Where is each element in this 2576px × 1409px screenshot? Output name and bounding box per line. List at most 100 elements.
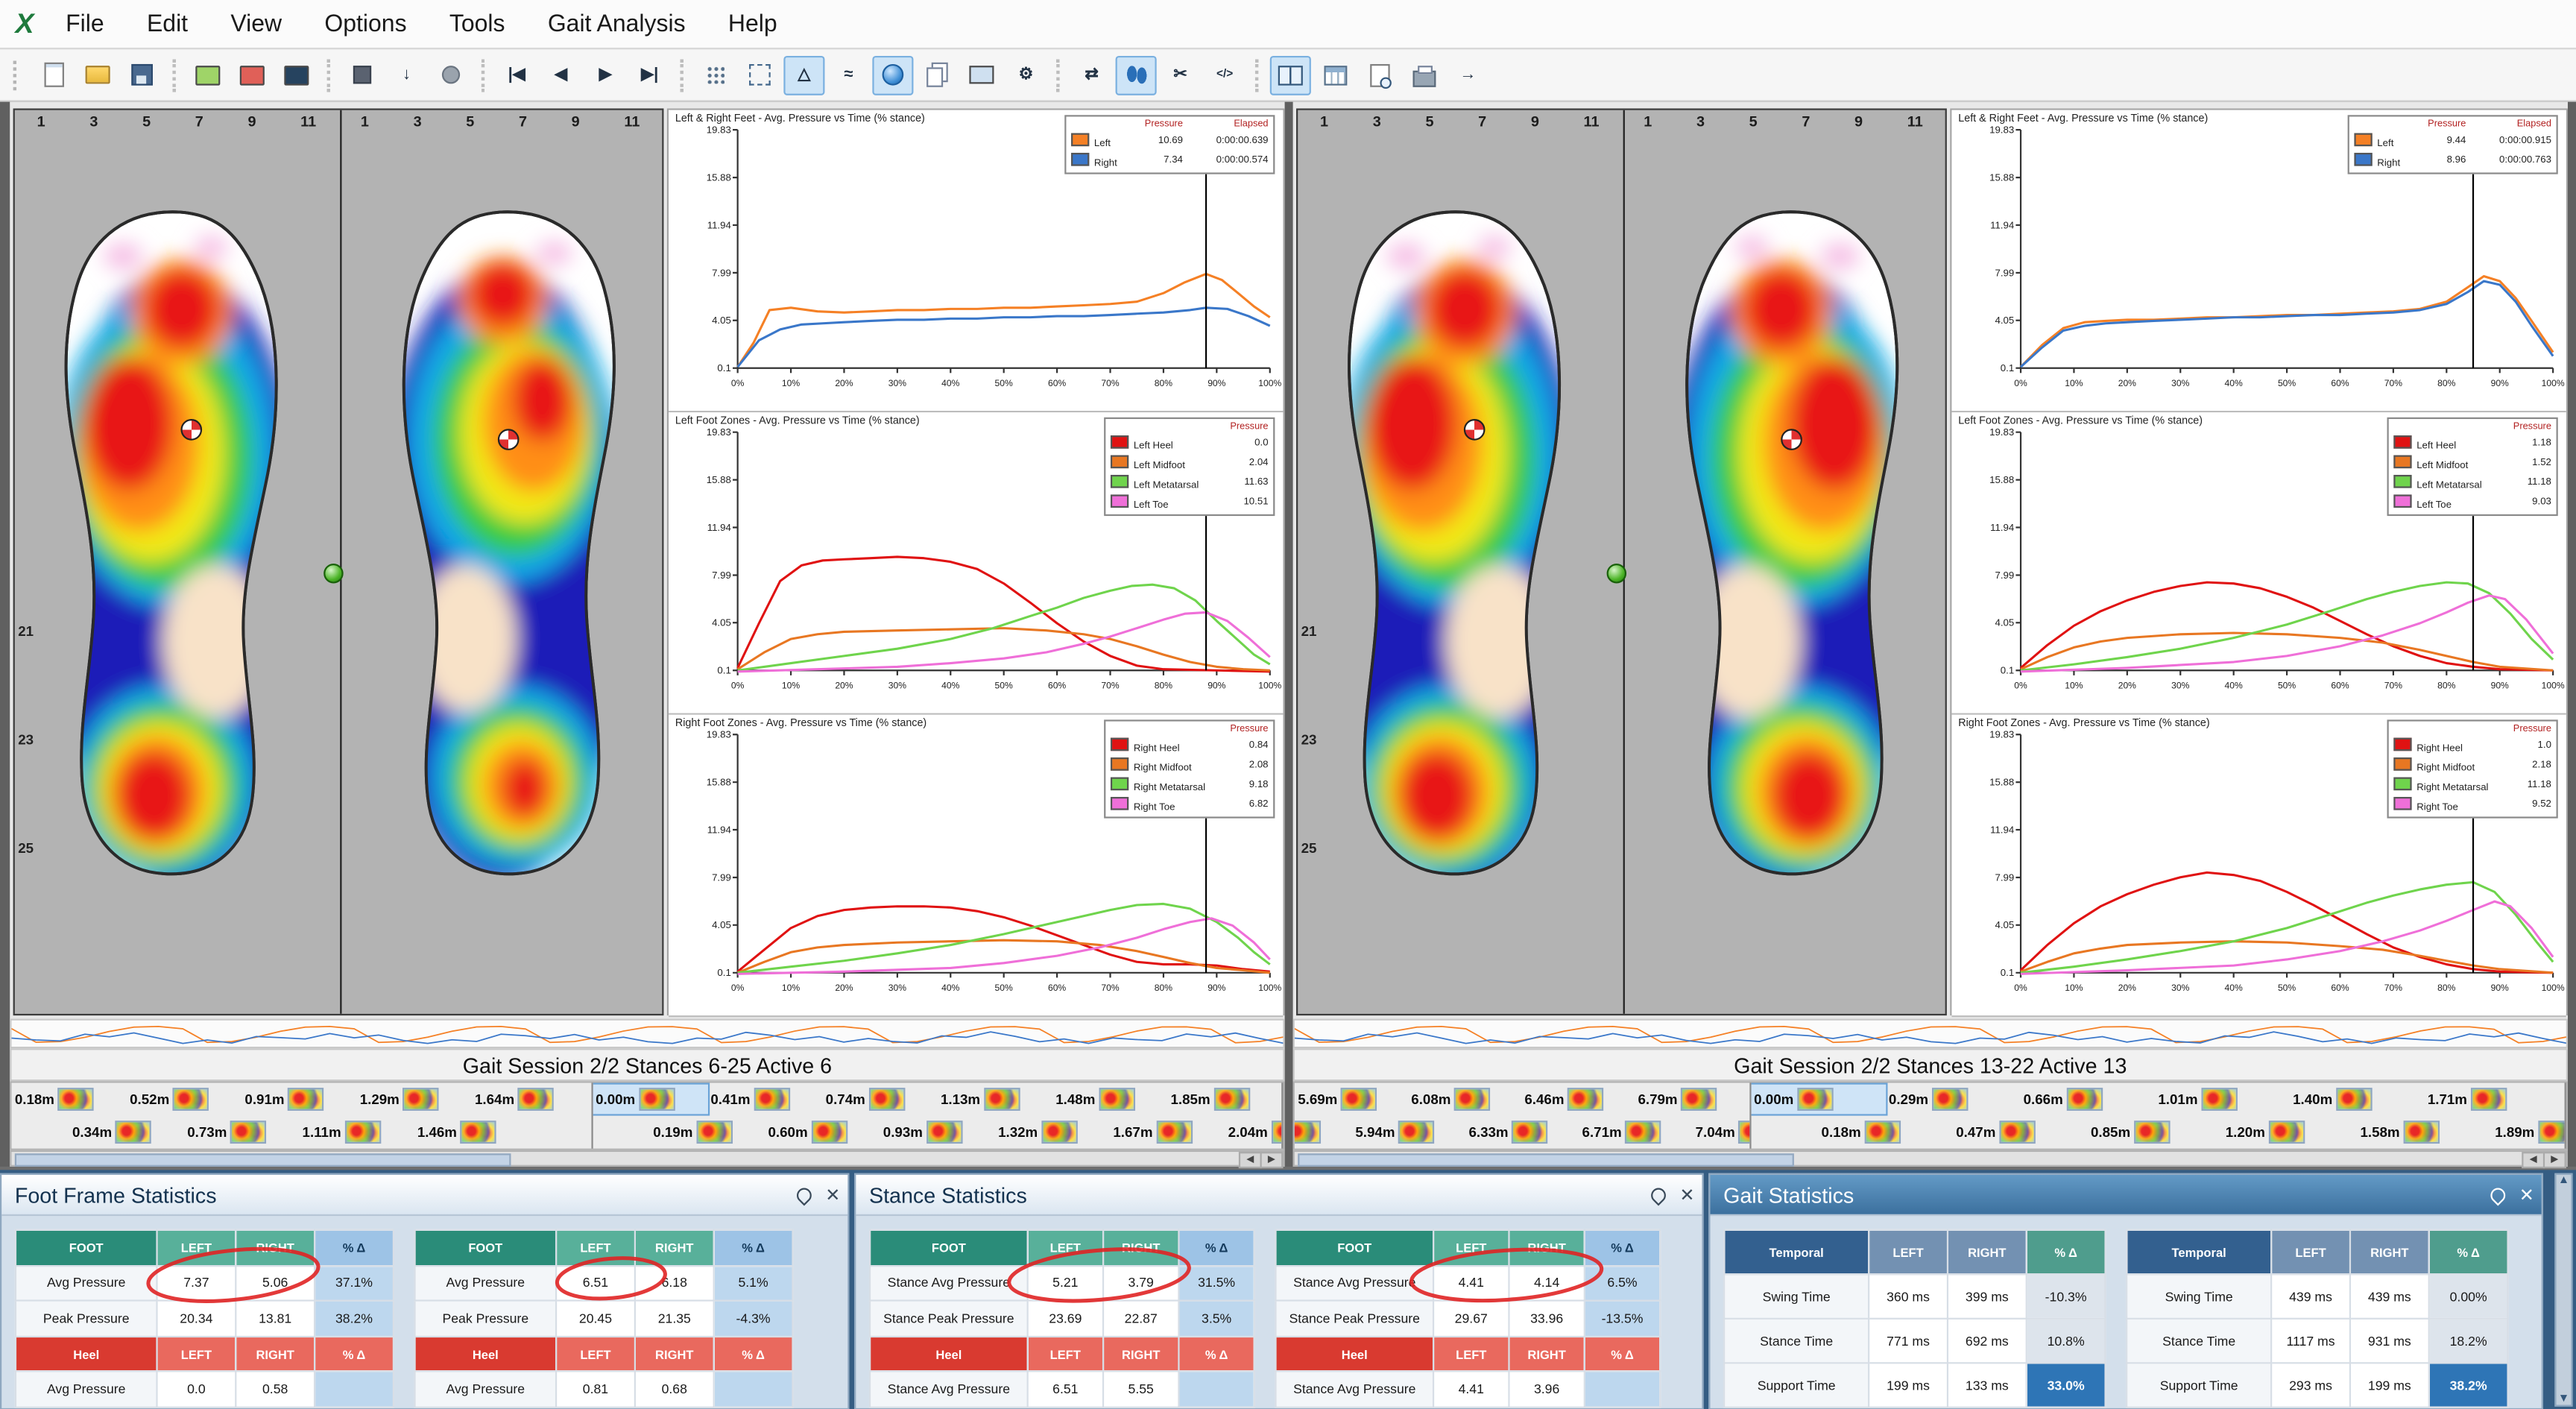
chart-right-zones[interactable]: Right Foot Zones - Avg. Pressure vs Time…: [1951, 715, 2566, 1018]
table-view-button[interactable]: [1314, 55, 1355, 95]
new-recording-button[interactable]: [33, 55, 74, 95]
filmstrip-scrollbar[interactable]: ◀▶: [1293, 1150, 2568, 1167]
menu-item-file[interactable]: File: [46, 4, 124, 44]
filmstrip-stance-cell[interactable]: 1.29m: [356, 1085, 471, 1115]
chart-left-zones[interactable]: Left Foot Zones - Avg. Pressure vs Time …: [1951, 412, 2566, 715]
filmstrip-stance-cell[interactable]: 5.94m: [1352, 1118, 1465, 1147]
close-button[interactable]: ✕: [1673, 1182, 1702, 1208]
chart-left-zones[interactable]: Left Foot Zones - Avg. Pressure vs Time …: [669, 412, 1283, 715]
filmstrip-stance-cell[interactable]: 1.48m: [1052, 1085, 1167, 1115]
menu-item-options[interactable]: Options: [305, 4, 426, 44]
monitor-off-button[interactable]: [276, 55, 317, 95]
filmstrip-stance-cell[interactable]: 1.64m: [472, 1085, 587, 1115]
left-foot-heatmap[interactable]: [38, 195, 318, 902]
filmstrip-stance-cell[interactable]: 0.74m: [822, 1085, 937, 1115]
filmstrip-stance-cell[interactable]: 1.89m: [2492, 1118, 2566, 1147]
filmstrip-stance-cell[interactable]: 0.18m: [11, 1085, 126, 1115]
compare-windows-button[interactable]: [1270, 55, 1311, 95]
chart-both-feet[interactable]: Left & Right Feet - Avg. Pressure vs Tim…: [1951, 110, 2566, 413]
filmstrip-stance-cell[interactable]: 0.00m: [593, 1085, 707, 1115]
filmstrip-stance-cell[interactable]: 0.93m: [880, 1118, 994, 1147]
filmstrip-stance-cell[interactable]: 1.85m: [1167, 1085, 1282, 1115]
filmstrip-stance-cell[interactable]: 5.69m: [1295, 1085, 1408, 1115]
print-preview-button[interactable]: [1359, 55, 1400, 95]
previous-frame-button[interactable]: ◀: [540, 55, 581, 95]
filmstrip-stance-cell[interactable]: 6.33m: [1465, 1118, 1579, 1147]
filmstrip-stance-cell[interactable]: 6.46m: [1521, 1085, 1635, 1115]
copy-button[interactable]: [917, 55, 958, 95]
pin-button[interactable]: [789, 1182, 818, 1208]
scroll-right-button[interactable]: ▶: [1260, 1152, 1284, 1168]
scrollbar-thumb[interactable]: [15, 1153, 511, 1167]
cop-display-button[interactable]: [872, 55, 913, 95]
filmstrip-stance-cell[interactable]: 0.91m: [242, 1085, 356, 1115]
menu-item-edit[interactable]: Edit: [127, 4, 208, 44]
chart-right-zones[interactable]: Right Foot Zones - Avg. Pressure vs Time…: [669, 715, 1283, 1018]
menu-item-gait-analysis[interactable]: Gait Analysis: [528, 4, 705, 44]
filmstrip-stance-cell[interactable]: 2.04m: [1225, 1118, 1283, 1147]
close-button[interactable]: ✕: [2512, 1182, 2542, 1208]
menu-item-view[interactable]: View: [211, 4, 302, 44]
filmstrip-stance-cell[interactable]: 0.85m: [2088, 1118, 2223, 1147]
scroll-left-button[interactable]: ◀: [1239, 1152, 1262, 1168]
filmstrip-stance-cell[interactable]: 0.41m: [707, 1085, 822, 1115]
filmstrip-stance-cell[interactable]: 6.08m: [1408, 1085, 1521, 1115]
stop-button[interactable]: [341, 55, 382, 95]
scroll-down-icon[interactable]: ▼: [2558, 1393, 2569, 1405]
print-button[interactable]: [1403, 55, 1444, 95]
ascii-export-button[interactable]: </>: [1205, 55, 1246, 95]
grid-view-button[interactable]: [695, 55, 736, 95]
scroll-left-button[interactable]: ◀: [2522, 1152, 2545, 1168]
pressure-overview-strip[interactable]: [1293, 1019, 2568, 1049]
filmstrip-stance-cell[interactable]: 1.46m: [414, 1118, 528, 1147]
dock-scrollbar[interactable]: ▲ ▼: [2554, 1173, 2572, 1407]
menu-item-help[interactable]: Help: [708, 4, 797, 44]
filmstrip-stance-cell[interactable]: 1.13m: [938, 1085, 1052, 1115]
right-foot-heatmap[interactable]: [1646, 195, 1925, 902]
filmstrip-stance-cell[interactable]: 6.71m: [1579, 1118, 1692, 1147]
filmstrip-stance-cell[interactable]: 7.04m: [1692, 1118, 1751, 1147]
filmstrip-stance-cell[interactable]: 0.34m: [69, 1118, 184, 1147]
filmstrip-stance-cell[interactable]: 1.71m: [2424, 1085, 2559, 1115]
filmstrip-stance-cell[interactable]: 1.32m: [995, 1118, 1110, 1147]
pin-button[interactable]: [2482, 1182, 2512, 1208]
frame-select-button[interactable]: [739, 55, 780, 95]
foot-boxes-button[interactable]: [1116, 55, 1157, 95]
wave-select-button[interactable]: ≈: [828, 55, 869, 95]
filmstrip-stance-cell[interactable]: 0.52m: [127, 1085, 242, 1115]
menu-item-tools[interactable]: Tools: [429, 4, 525, 44]
filmstrip-stance-cell[interactable]: 0.73m: [184, 1118, 299, 1147]
filmstrip-stance-cell[interactable]: 1.11m: [299, 1118, 414, 1147]
record-button[interactable]: [430, 55, 471, 95]
chart-both-feet[interactable]: Left & Right Feet - Avg. Pressure vs Tim…: [669, 110, 1283, 413]
filmstrip-scrollbar[interactable]: ◀▶: [10, 1150, 1284, 1167]
play-button[interactable]: ▶: [585, 55, 626, 95]
pin-button[interactable]: [1643, 1182, 1673, 1208]
alignment-tools-button[interactable]: ⇄: [1071, 55, 1112, 95]
filmstrip-stance-cell[interactable]: 1.40m: [2290, 1085, 2425, 1115]
monitor-live-button[interactable]: [187, 55, 228, 95]
pressure-overview-strip[interactable]: [10, 1019, 1284, 1049]
filmstrip-stance-cell[interactable]: 1.67m: [1110, 1118, 1225, 1147]
export-button[interactable]: →: [1448, 55, 1489, 95]
first-frame-button[interactable]: |◀: [496, 55, 537, 95]
close-button[interactable]: ✕: [818, 1182, 848, 1208]
filmstrip-stance-cell[interactable]: 0.18m: [1818, 1118, 1953, 1147]
monitor-review-button[interactable]: [232, 55, 273, 95]
filmstrip-stance-cell[interactable]: 6.79m: [1635, 1085, 1748, 1115]
right-foot-heatmap[interactable]: [363, 195, 643, 902]
peak-display-button[interactable]: △: [783, 55, 824, 95]
filmstrip-stance-cell[interactable]: 0.60m: [765, 1118, 880, 1147]
split-stance-button[interactable]: ✂: [1160, 55, 1201, 95]
save-button[interactable]: [121, 55, 162, 95]
filmstrip-stance-cell[interactable]: 5.58m: [1295, 1118, 1352, 1147]
left-foot-heatmap[interactable]: [1321, 195, 1600, 902]
filmstrip-stance-cell[interactable]: 1.01m: [2155, 1085, 2290, 1115]
filmstrip-stance-cell[interactable]: 1.20m: [2222, 1118, 2357, 1147]
filmstrip-stance-cell[interactable]: 0.00m: [1751, 1085, 1886, 1115]
snapshot-button[interactable]: ↓: [386, 55, 427, 95]
scrollbar-thumb[interactable]: [1298, 1153, 1794, 1167]
last-frame-button[interactable]: ▶|: [629, 55, 670, 95]
scroll-right-button[interactable]: ▶: [2543, 1152, 2566, 1168]
scroll-up-icon[interactable]: ▲: [2558, 1175, 2569, 1186]
